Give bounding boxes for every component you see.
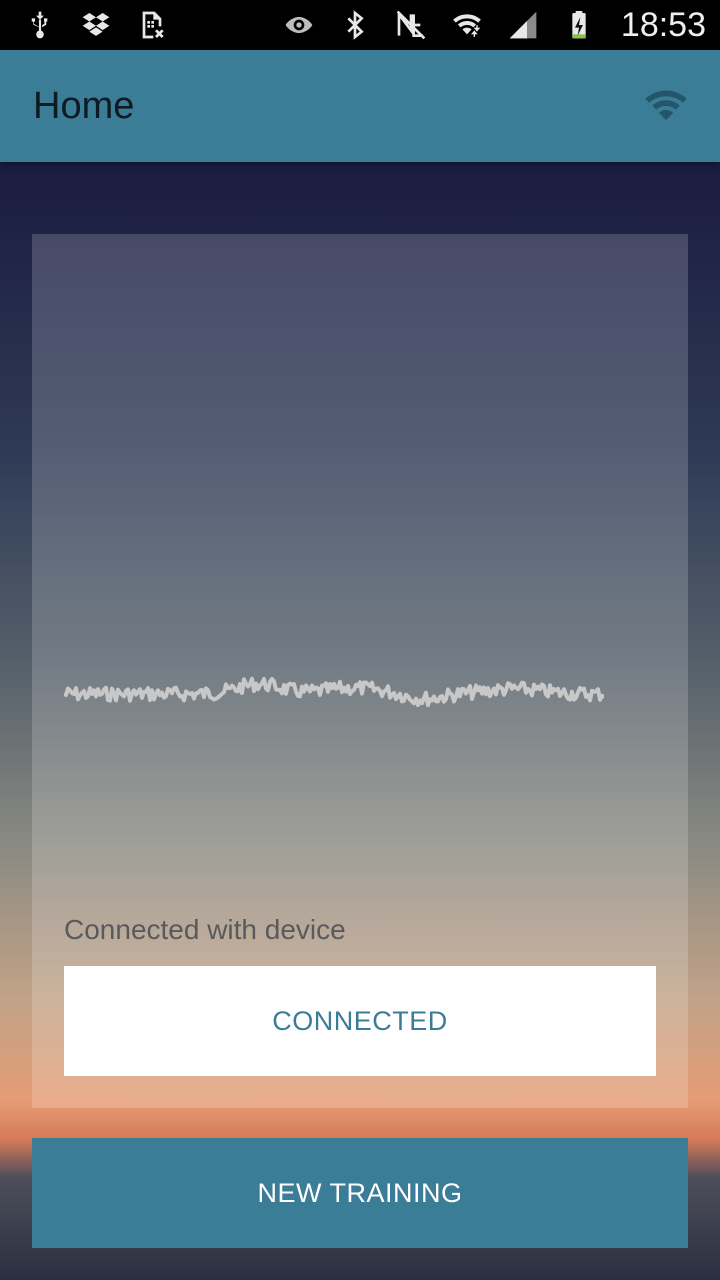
usb-icon [22, 7, 58, 43]
status-right-icons: 18:53 [281, 6, 706, 45]
connection-status-text: Connected with device [64, 914, 346, 945]
new-training-button[interactable]: NEW TRAINING [32, 1138, 688, 1248]
eye-icon [281, 7, 317, 43]
page-title: Home [33, 84, 135, 127]
wifi-icon[interactable] [642, 82, 690, 130]
status-time: 18:53 [620, 5, 706, 44]
device-card: Connected with device CONNECTED [32, 234, 688, 1108]
status-bar: 18:53 [0, 0, 720, 50]
sim-error-icon [134, 7, 170, 43]
nfc-icon [393, 7, 429, 43]
bluetooth-icon [337, 7, 373, 43]
cell-signal-icon [505, 7, 541, 43]
connected-button[interactable]: CONNECTED [64, 966, 656, 1076]
wifi-signal-icon [449, 7, 485, 43]
app-bar: Home [0, 50, 720, 162]
status-left-icons [22, 7, 170, 43]
signal-waveform [64, 676, 604, 708]
dropbox-icon [78, 7, 114, 43]
battery-charging-icon [561, 7, 597, 43]
